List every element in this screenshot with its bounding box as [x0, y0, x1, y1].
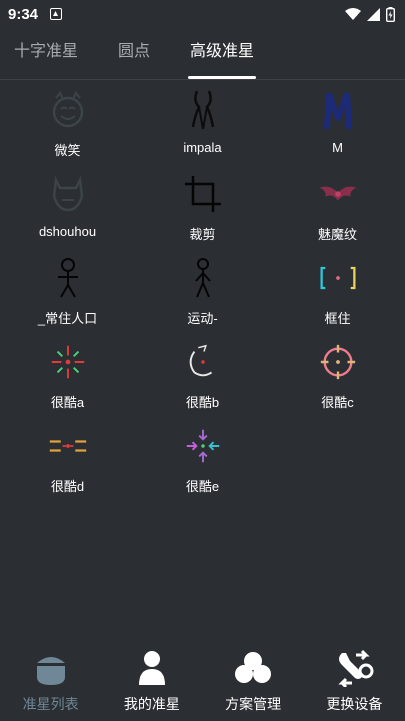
cool-crosshair-b-icon [189, 344, 212, 377]
stick-figure-icon [57, 258, 78, 298]
crosshair-item[interactable]: dshouhou [0, 166, 135, 250]
beast-mask-icon [52, 175, 83, 212]
crosshair-label: 微笑 [54, 143, 81, 158]
crosshair-item[interactable]: 很酷b [135, 334, 270, 418]
notification-icon [50, 8, 63, 20]
crop-icon [184, 176, 221, 212]
status-time: 9:34 [8, 5, 39, 23]
crosshair-label: 很酷a [50, 395, 85, 410]
crosshair-item[interactable]: 框住 [270, 250, 405, 334]
crosshair-label: 魅魔纹 [317, 227, 357, 242]
cool-crosshair-a-icon [51, 345, 84, 379]
crosshair-item[interactable]: 很酷c [270, 334, 405, 418]
crosshair-category-tabs: 十字准星 圆点 高级准星 [0, 28, 405, 80]
crosshair-label: 很酷d [50, 479, 85, 494]
wifi-icon [345, 7, 361, 20]
nav-plan-manage[interactable]: 方案管理 [203, 648, 304, 714]
nav-label: 更换设备 [326, 696, 383, 712]
nav-label: 方案管理 [225, 696, 282, 712]
cool-crosshair-c-icon [320, 344, 355, 380]
crosshair-item[interactable]: 魅魔纹 [270, 166, 405, 250]
nav-label: 准星列表 [22, 696, 79, 712]
impala-horns-icon [191, 90, 214, 130]
change-device-icon [338, 649, 374, 687]
battery-icon [386, 6, 395, 22]
crosshair-label: impala [183, 140, 222, 155]
nav-change-device[interactable]: 更换设备 [304, 648, 405, 714]
tab-advanced[interactable]: 高级准星 [188, 37, 257, 79]
crosshair-label: 裁剪 [189, 227, 216, 242]
nav-my-crosshair[interactable]: 我的准星 [101, 648, 202, 714]
signal-icon [367, 7, 380, 21]
crosshair-label: 运动- [187, 311, 218, 326]
plan-manage-icon [235, 652, 272, 683]
crosshair-item[interactable]: impala [135, 82, 270, 166]
crosshair-label: 框住 [324, 311, 351, 326]
tribal-wings-icon [319, 186, 356, 201]
running-figure-icon [194, 258, 211, 298]
crosshair-item[interactable]: M [270, 82, 405, 166]
crosshair-label: _常住人口 [37, 311, 98, 326]
smiley-face-icon [52, 91, 83, 128]
crosshair-item[interactable]: _常住人口 [0, 250, 135, 334]
crosshair-label: dshouhou [38, 224, 97, 239]
crosshair-label: 很酷b [185, 395, 220, 410]
crosshair-label: 很酷c [321, 395, 354, 410]
cool-crosshair-e-icon [186, 429, 219, 463]
crosshair-item[interactable]: 裁剪 [135, 166, 270, 250]
my-crosshair-icon [138, 651, 165, 685]
crosshair-list-icon [36, 657, 65, 685]
crosshair-item[interactable]: 很酷a [0, 334, 135, 418]
bottom-navigation: 准星列表 我的准星 方案管理 更换设备 [0, 641, 405, 721]
crosshair-label: 很酷e [185, 479, 220, 494]
bracket-frame-icon [320, 266, 355, 290]
nav-label: 我的准星 [123, 696, 180, 712]
letter-m-icon [323, 93, 352, 129]
crosshair-label: M [332, 140, 343, 155]
crosshair-item[interactable]: 微笑 [0, 82, 135, 166]
crosshair-item[interactable]: 运动- [135, 250, 270, 334]
cool-crosshair-d-icon [49, 440, 86, 452]
nav-crosshair-list[interactable]: 准星列表 [0, 648, 101, 714]
tab-dot[interactable]: 圆点 [118, 37, 150, 79]
crosshair-item[interactable]: 很酷d [0, 418, 135, 502]
crosshair-item[interactable]: 很酷e [135, 418, 270, 502]
status-bar: 9:34 [0, 0, 405, 28]
tab-cross[interactable]: 十字准星 [14, 37, 78, 79]
